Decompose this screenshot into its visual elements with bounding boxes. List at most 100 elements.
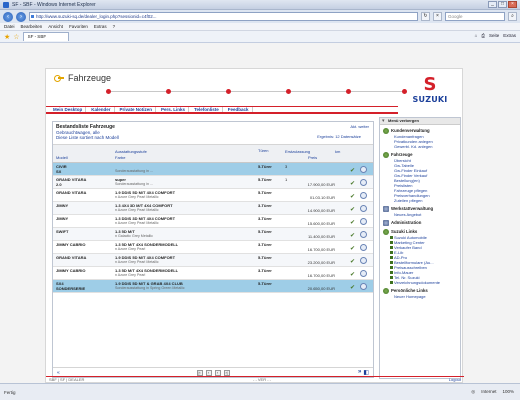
url-field[interactable]: http://www.suzuki-sq.de/dealer_login.php… [29, 12, 418, 21]
checkmark-icon[interactable]: ✔ [350, 271, 355, 278]
col-doors[interactable]: Türen [258, 148, 268, 153]
checkmark-icon[interactable]: ✔ [350, 232, 355, 239]
sidebar-item[interactable]: Gewerbl. Kd. anlegen [383, 144, 460, 149]
stop-icon[interactable]: × [433, 12, 442, 21]
details-icon[interactable] [360, 179, 367, 186]
details-icon[interactable] [360, 257, 367, 264]
zoom-level[interactable]: 100% [502, 389, 514, 395]
menu-tools[interactable]: Extras [94, 24, 107, 29]
details-icon[interactable] [360, 270, 367, 277]
maximize-button[interactable]: □ [498, 1, 507, 8]
menu-file[interactable]: Datei [4, 24, 15, 29]
table-row[interactable]: JIMNY 1.3 4X4 3D M/T 4X4 COMFORT n Azure G… [53, 202, 373, 215]
security-zone: Internet [481, 389, 497, 394]
col-price[interactable]: Preis [308, 155, 317, 160]
checkmark-icon[interactable]: ✔ [350, 219, 355, 226]
search-icon[interactable]: ⌕ [508, 12, 517, 21]
forward-button[interactable]: › [16, 11, 26, 22]
sidebar-item[interactable]: Neues Angebot [383, 212, 460, 217]
list-sort-link[interactable]: Diese Liste sortiert nach Modell [56, 135, 119, 140]
table-row[interactable]: JIMNY 1.3 DDIS 3D M/T 4X4 COMFORT n Azure … [53, 215, 373, 228]
details-icon[interactable] [360, 231, 367, 238]
table-row[interactable]: JIMMY CABRIO 1.3 5D M/T 4X4 SONDERMODELL n… [53, 267, 373, 280]
checkmark-icon[interactable]: ✔ [350, 193, 355, 200]
add-favorite-icon[interactable]: ☆ [13, 33, 19, 41]
details-icon[interactable] [360, 192, 367, 199]
nav-feedback[interactable]: Feedback [225, 107, 253, 112]
hide-menu-toggle[interactable]: Menü verbergen [380, 118, 460, 125]
details-icon[interactable] [360, 283, 367, 290]
sidebar-section-title[interactable]: Fahrzeuge [383, 152, 460, 158]
menu-bar: Datei Bearbeiten Ansicht Favoriten Extra… [0, 23, 520, 31]
back-button[interactable]: ‹ [3, 11, 13, 22]
details-icon[interactable] [360, 218, 367, 225]
page-first-button[interactable]: |‹ [196, 369, 203, 376]
col-km[interactable]: km [335, 149, 340, 154]
home-icon[interactable]: ⌂ [475, 33, 478, 38]
step-2[interactable] [166, 89, 171, 94]
pager-next[interactable]: » [358, 369, 361, 376]
menu-edit[interactable]: Bearbeiten [21, 24, 43, 29]
checkmark-icon[interactable]: ✔ [350, 180, 355, 187]
menu-help[interactable]: ? [113, 24, 116, 29]
nav-calendar[interactable]: Kalender [88, 107, 115, 112]
step-3[interactable] [226, 89, 231, 94]
nav-notes[interactable]: Private Notizen [117, 107, 157, 112]
sidebar-item[interactable]: Zuteilen pflegen [383, 198, 460, 203]
table-row[interactable]: GRAND VITARA 1.9 DDIS 5D M/T 4X4 COMFORT n… [53, 254, 373, 267]
checkmark-icon[interactable]: ✔ [350, 284, 355, 291]
table-row[interactable]: JIMMY CABRIO 1.3 5D M/T 4X4 SONDERMODELL n… [53, 241, 373, 254]
page-title: Fahrzeuge [68, 73, 112, 83]
row-price: 16.700,00 EUR [307, 247, 335, 252]
sidebar-section-title[interactable]: Persönliche Links [383, 288, 460, 294]
minimize-button[interactable]: _ [488, 1, 497, 8]
sidebar-section-title[interactable]: Kundenverwaltung [383, 128, 460, 134]
sidebar-section-title[interactable]: Werkstattverwaltung [383, 206, 460, 212]
row-price: 15.600,00 EUR [307, 221, 335, 226]
logout-link[interactable]: Logout [449, 377, 461, 382]
checkmark-icon[interactable]: ✔ [350, 258, 355, 265]
col-model[interactable]: Modell [56, 155, 68, 160]
row-model: GRAND VITARA [56, 190, 87, 195]
step-4[interactable] [286, 89, 291, 94]
page-prev-button[interactable]: ‹ [205, 369, 212, 376]
step-1[interactable] [106, 89, 111, 94]
table-row[interactable]: CIVIR SX Sonderausstattung in ... 5-Türer 3 ✔ [53, 163, 373, 176]
checkmark-icon[interactable]: ✔ [350, 206, 355, 213]
page-next-button[interactable]: › [214, 369, 221, 376]
page-last-button[interactable]: ›| [223, 369, 230, 376]
export-icon[interactable]: ◧ [363, 369, 369, 376]
sidebar-item[interactable]: Neuer Homepage [383, 294, 460, 299]
nav-phonebook[interactable]: Telefonliste [191, 107, 223, 112]
row-price: 16.700,00 EUR [307, 273, 335, 278]
details-icon[interactable] [360, 166, 367, 173]
details-icon[interactable] [360, 205, 367, 212]
details-icon[interactable] [360, 244, 367, 251]
close-button[interactable]: × [508, 1, 517, 8]
sidebar-section-title[interactable]: Administration [383, 220, 460, 226]
table-row[interactable]: SX4 SONDERSERIE 1.9 DDIS 5D M/T & GRAB 4X4… [53, 280, 373, 293]
menu-favorites[interactable]: Favoriten [69, 24, 88, 29]
nav-desktop[interactable]: Mein Desktop [50, 107, 87, 112]
search-input[interactable]: Google [445, 12, 505, 21]
print-icon[interactable]: ⎙ [481, 33, 485, 38]
table-row[interactable]: GRAND VITARA 2.0 super Sonderausstattung in… [53, 176, 373, 189]
sidebar-item[interactable]: Verzeichnungsdokumente [383, 280, 460, 285]
favorites-star-icon[interactable]: ★ [4, 33, 10, 41]
list-actions-link[interactable]: Akt. weiter [350, 124, 369, 129]
menu-view[interactable]: Ansicht [48, 24, 63, 29]
step-5[interactable] [346, 89, 351, 94]
table-row[interactable]: SWIFT 1.3 5D M/T n Galactic Grey Metallic 5… [53, 228, 373, 241]
col-registration[interactable]: Erstzulassung [285, 149, 310, 154]
col-description[interactable]: Ausstattungsstufe [115, 149, 147, 154]
table-row[interactable]: GRAND VITARA 1.9 DDIS 5D M/T 4X4 COMFORT n… [53, 189, 373, 202]
refresh-icon[interactable]: ↻ [421, 12, 430, 21]
nav-links[interactable]: Pers. Links [158, 107, 190, 112]
row-doors: 5-Türer [258, 281, 272, 286]
page-menu[interactable]: Seite [489, 33, 499, 38]
col-color[interactable]: Farbe [115, 155, 125, 160]
browser-tab[interactable]: SF - SBF [22, 32, 69, 41]
checkmark-icon[interactable]: ✔ [350, 167, 355, 174]
tools-menu[interactable]: Extras [503, 33, 516, 38]
checkmark-icon[interactable]: ✔ [350, 245, 355, 252]
